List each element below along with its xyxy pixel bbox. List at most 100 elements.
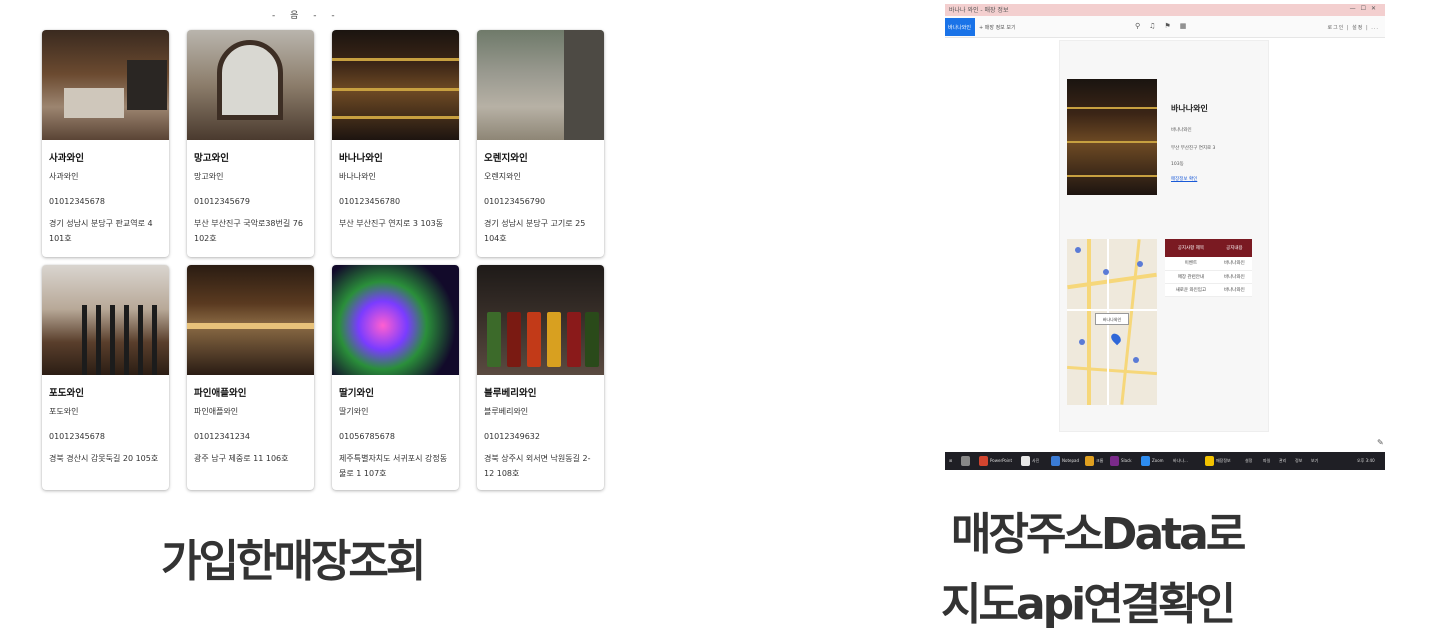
toolbar-right-text[interactable]: 로그인 | 설정 | ... [1328, 24, 1380, 31]
pen-icon[interactable]: ✎ [1377, 438, 1384, 447]
pin-icon[interactable]: ⚑ [1164, 22, 1179, 30]
table-cell: 새로운 와인입고 [1165, 283, 1217, 297]
app-icon[interactable] [1110, 456, 1119, 466]
store-subtitle: 망고와인 [194, 172, 224, 181]
store-card[interactable]: 딸기와인 딸기와인 01056785678 제주특별자치도 서귀포시 강정동물로… [332, 265, 459, 490]
os-taskbar: ⊞ PowerPoint 사진 Notepad 크롬 Slack Zoom 바나… [945, 452, 1385, 470]
taskbar-item[interactable]: 관리 [1279, 456, 1286, 466]
store-subtitle: 포도와인 [49, 407, 79, 416]
taskbar-item[interactable]: 파일 [1263, 456, 1270, 466]
store-photo [187, 265, 314, 375]
window-controls[interactable]: —☐✕ [1350, 5, 1381, 12]
map-poi-icon[interactable] [1133, 357, 1139, 363]
detail-store-link[interactable]: 매장정보 확인 [1171, 176, 1197, 182]
store-name: 사과와인 [49, 153, 84, 164]
table-cell: 바나나와인 [1216, 257, 1252, 271]
taskbar-item[interactable]: Notepad [1062, 456, 1079, 466]
store-card-grid: 사과와인 사과와인 01012345678 경기 성남시 분당구 판교역로 4 … [42, 30, 604, 490]
store-subtitle: 바나나와인 [339, 172, 376, 181]
store-phone: 01056785678 [339, 432, 395, 441]
taskbar-item[interactable]: 매장정보 [1216, 456, 1231, 466]
store-card[interactable]: 사과와인 사과와인 01012345678 경기 성남시 분당구 판교역로 4 … [42, 30, 169, 257]
store-card[interactable]: 바나나와인 바나나와인 010123456780 부산 부산진구 연지로 3 1… [332, 30, 459, 257]
taskbar-item[interactable]: 크롬 [1096, 456, 1103, 466]
store-card[interactable]: 오렌지와인 오렌지와인 010123456790 경기 성남시 분당구 고기로 … [477, 30, 604, 257]
store-phone: 01012345678 [49, 197, 105, 206]
store-name: 딸기와인 [339, 388, 374, 399]
store-name: 포도와인 [49, 388, 84, 399]
store-card[interactable]: 포도와인 포도와인 01012345678 경북 경산시 감못둑길 20 105… [42, 265, 169, 490]
notice-table: 공지사항 제목 공지내용 이벤트 바나나와인 매장 관련안내 바나나와인 새로운… [1165, 239, 1252, 297]
store-subtitle: 오렌지와인 [484, 172, 521, 181]
store-address: 부산 부산진구 국악로38번길 76 102호 [194, 219, 303, 243]
table-row[interactable]: 새로운 와인입고 바나나와인 [1165, 283, 1252, 297]
taskbar-item[interactable]: 바나나... [1173, 456, 1188, 466]
map-poi-icon[interactable] [1103, 269, 1109, 275]
window-titlebar: 바나나 와인 - 매장 정보 —☐✕ [945, 4, 1385, 16]
store-phone: 010123456780 [339, 197, 401, 206]
app-icon[interactable] [1141, 456, 1150, 466]
store-subtitle: 블루베리와인 [484, 407, 529, 416]
store-card[interactable]: 망고와인 망고와인 01012345679 부산 부산진구 국악로38번길 76… [187, 30, 314, 257]
taskbar-clock[interactable]: 오후 3:40 [1357, 456, 1375, 466]
store-card[interactable]: 파인애플와인 파인애플와인 01012341234 광주 남구 제중로 11 1… [187, 265, 314, 490]
window-title: 바나나 와인 - 매장 정보 [949, 7, 1009, 14]
caption-address-data: 매장주소Data로 [951, 509, 1246, 560]
table-header: 공지내용 [1216, 239, 1252, 257]
toolbar-icons[interactable]: ⚲♫⚑▦ [1135, 22, 1195, 30]
store-photo [42, 265, 169, 375]
map-marker-icon[interactable] [1109, 331, 1123, 346]
store-name: 파인애플와인 [194, 388, 247, 399]
store-subtitle: 딸기와인 [339, 407, 369, 416]
tab-store-info[interactable]: + 매장 정보 보기 [979, 24, 1016, 31]
store-photo [332, 265, 459, 375]
store-subtitle: 사과와인 [49, 172, 79, 181]
store-name: 망고와인 [194, 153, 229, 164]
taskbar-item[interactable]: Zoom [1152, 456, 1164, 466]
table-cell: 바나나와인 [1216, 270, 1252, 284]
store-address: 경북 경산시 감못둑길 20 105호 [49, 454, 159, 463]
store-detail-page: 바나나와인 바나나와인 부산 부산진구 연지로 3 103동 매장정보 확인 바… [1059, 40, 1269, 432]
detail-store-sub: 바나나와인 [1171, 128, 1192, 133]
app-icon[interactable] [979, 456, 988, 466]
store-name: 바나나와인 [339, 153, 383, 164]
zoom-icon[interactable]: ⚲ [1135, 22, 1149, 30]
taskbar-item[interactable]: 정보 [1295, 456, 1302, 466]
table-row[interactable]: 매장 관련안내 바나나와인 [1165, 270, 1252, 284]
map-poi-icon[interactable] [1137, 261, 1143, 267]
detail-store-address: 부산 부산진구 연지로 3 [1171, 146, 1216, 151]
search-icon[interactable] [961, 456, 970, 466]
store-photo [477, 30, 604, 140]
table-row[interactable]: 이벤트 바나나와인 [1165, 257, 1252, 271]
map-store-label: 바나나와인 [1095, 313, 1129, 325]
store-photo [332, 30, 459, 140]
tab-active[interactable]: 바나나와인 [945, 18, 975, 36]
read-icon[interactable]: ▦ [1180, 22, 1196, 30]
map-poi-icon[interactable] [1075, 247, 1081, 253]
app-icon[interactable] [1021, 456, 1030, 466]
taskbar-item[interactable]: Slack [1121, 456, 1132, 466]
detail-store-unit: 103동 [1171, 162, 1184, 167]
map-poi-icon[interactable] [1079, 339, 1085, 345]
taskbar-item[interactable]: 보기 [1311, 456, 1318, 466]
store-card[interactable]: 블루베리와인 블루베리와인 01012349632 경북 상주시 외서면 낙원동… [477, 265, 604, 490]
store-photo [477, 265, 604, 375]
store-address: 광주 남구 제중로 11 106호 [194, 454, 289, 463]
store-address: 제주특별자치도 서귀포시 강정동물로 1 107호 [339, 454, 448, 478]
store-detail-photo [1067, 79, 1157, 195]
store-phone: 01012341234 [194, 432, 250, 441]
taskbar-item[interactable]: PowerPoint [990, 456, 1012, 466]
app-icon[interactable] [1205, 456, 1214, 466]
taskbar-item[interactable]: 사진 [1032, 456, 1039, 466]
bell-icon[interactable]: ♫ [1149, 22, 1164, 30]
caption-map-api: 지도api연결확인 [941, 579, 1236, 630]
store-photo [187, 30, 314, 140]
detail-store-name: 바나나와인 [1171, 104, 1208, 113]
app-icon[interactable] [1051, 456, 1060, 466]
kakao-map[interactable]: 바나나와인 [1067, 239, 1157, 405]
app-icon[interactable] [1085, 456, 1094, 466]
start-icon[interactable]: ⊞ [949, 456, 952, 466]
taskbar-item[interactable]: 설정 [1245, 456, 1252, 466]
store-detail-window: 바나나 와인 - 매장 정보 —☐✕ 바나나와인 + 매장 정보 보기 ⚲♫⚑▦… [945, 4, 1385, 474]
table-header: 공지사항 제목 [1165, 239, 1217, 257]
